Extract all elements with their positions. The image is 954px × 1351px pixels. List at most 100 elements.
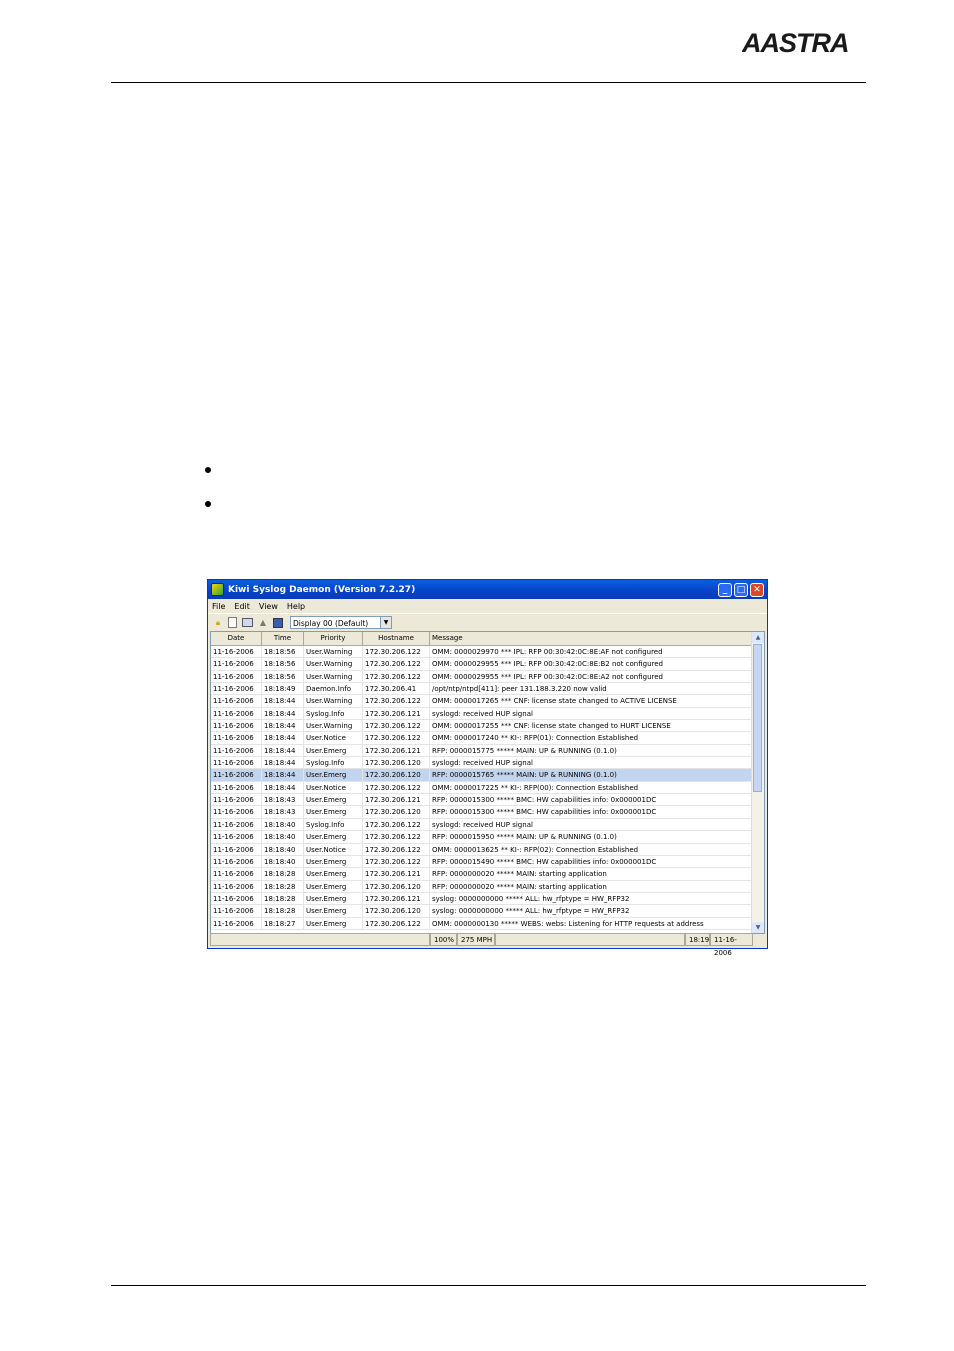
cell-hostname: 172.30.206.120	[363, 880, 430, 892]
cell-message: RFP: 0000000020 ***** MAIN: starting app…	[430, 880, 753, 892]
table-row[interactable]: 11-16-2006 18:18:44 User.Notice 172.30.206.…	[211, 732, 764, 745]
document-icon[interactable]	[228, 617, 237, 628]
vertical-scrollbar[interactable]: ▲ ▼	[751, 632, 764, 933]
bullet-1	[205, 467, 211, 473]
title-bar[interactable]: Kiwi Syslog Daemon (Version 7.2.27) _ □ …	[208, 580, 767, 599]
cell-hostname: 172.30.206.121	[363, 744, 430, 757]
cell-message: RFP: 0000015300 ***** BMC: HW capabiliti…	[430, 806, 753, 818]
cell-time: 18:18:44	[262, 732, 304, 744]
table-row[interactable]: 11-16-2006 18:18:44 User.Emerg 172.30.206.1…	[211, 769, 764, 782]
cell-date: 11-16-2006	[211, 646, 262, 658]
cell-message: OMM: 0000029955 *** IPL: RFP 00:30:42:0C…	[430, 670, 753, 683]
maximize-button[interactable]: □	[734, 582, 748, 597]
cell-date: 11-16-2006	[211, 880, 262, 892]
table-row[interactable]: 11-16-2006 18:18:44 User.Notice 172.30.206.…	[211, 781, 764, 795]
cell-time: 18:18:44	[262, 744, 304, 757]
cell-hostname: 172.30.206.121	[363, 707, 430, 720]
cell-date: 11-16-2006	[211, 905, 262, 917]
cell-priority: User.Emerg	[304, 917, 363, 929]
column-header-time[interactable]: Time	[262, 632, 304, 645]
display-icon[interactable]	[242, 618, 253, 627]
table-header: Date Time Priority Hostname Message	[211, 632, 764, 646]
cell-hostname: 172.30.206.41	[363, 683, 430, 695]
cell-date: 11-16-2006	[211, 794, 262, 806]
cell-time: 18:18:28	[262, 905, 304, 917]
cell-hostname: 172.30.206.122	[363, 695, 430, 707]
cell-priority: User.Emerg	[304, 855, 363, 868]
cell-date: 11-16-2006	[211, 855, 262, 868]
cell-message: RFP: 0000015765 ***** MAIN: UP & RUNNING…	[430, 769, 753, 781]
cell-message: RFP: 0000015490 ***** BMC: HW capabiliti…	[430, 855, 753, 868]
aastra-logo: AASTRA	[742, 28, 850, 58]
cell-time: 18:18:44	[262, 707, 304, 720]
menu-bar: File Edit View Help	[208, 599, 767, 613]
cell-message: OMM: 0000017255 *** CNF: license state c…	[430, 720, 753, 732]
table-row[interactable]: 11-16-2006 18:18:40 Syslog.Info 172.30.206.…	[211, 818, 764, 832]
table-row[interactable]: 11-16-2006 18:18:56 User.Warning 172.30.206…	[211, 658, 764, 671]
warning-icon[interactable]: ▲	[258, 618, 268, 628]
table-row[interactable]: 11-16-2006 18:18:27 User.Emerg 172.30.206.1…	[211, 917, 764, 930]
table-row[interactable]: 11-16-2006 18:18:40 User.Notice 172.30.206.…	[211, 843, 764, 856]
cell-date: 11-16-2006	[211, 707, 262, 720]
svg-text:AASTRA: AASTRA	[742, 28, 849, 58]
cell-message: syslogd: received HUP signal	[430, 707, 753, 720]
table-row[interactable]: 11-16-2006 18:18:43 User.Emerg 172.30.206.1…	[211, 794, 764, 807]
display-select[interactable]: Display 00 (Default) ▼	[290, 616, 392, 629]
cell-time: 18:18:28	[262, 868, 304, 880]
cell-priority: User.Warning	[304, 695, 363, 707]
cell-time: 18:18:56	[262, 646, 304, 658]
close-button[interactable]: ✕	[750, 582, 764, 597]
status-pane-empty	[210, 933, 430, 946]
cell-time: 18:18:43	[262, 794, 304, 806]
table-row[interactable]: 11-16-2006 18:18:43 User.Emerg 172.30.206.1…	[211, 806, 764, 819]
cell-date: 11-16-2006	[211, 658, 262, 670]
cell-message: RFP: 0000000020 ***** MAIN: starting app…	[430, 868, 753, 880]
table-row[interactable]: 11-16-2006 18:18:28 User.Emerg 172.30.206.1…	[211, 905, 764, 918]
column-header-message[interactable]: Message	[430, 632, 753, 645]
menu-view[interactable]: View	[259, 602, 278, 611]
lock-icon[interactable]: 🔒︎	[213, 618, 223, 628]
chevron-down-icon[interactable]: ▼	[380, 617, 391, 628]
toolbar: 🔒︎ ▲ Display 00 (Default) ▼	[208, 613, 767, 631]
table-row[interactable]: 11-16-2006 18:18:56 User.Warning 172.30.206…	[211, 646, 764, 659]
cell-message: RFP: 0000015775 ***** MAIN: UP & RUNNING…	[430, 744, 753, 757]
cell-time: 18:18:28	[262, 880, 304, 892]
table-row[interactable]: 11-16-2006 18:18:28 User.Emerg 172.30.206.1…	[211, 880, 764, 893]
column-header-date[interactable]: Date	[211, 632, 262, 645]
table-row[interactable]: 11-16-2006 18:18:28 User.Emerg 172.30.206.1…	[211, 868, 764, 881]
table-row[interactable]: 11-16-2006 18:18:40 User.Emerg 172.30.206.1…	[211, 855, 764, 869]
alarm-icon[interactable]	[273, 617, 283, 628]
window-title: Kiwi Syslog Daemon (Version 7.2.27)	[228, 584, 416, 595]
table-row[interactable]: 11-16-2006 18:18:28 User.Emerg 172.30.206.1…	[211, 892, 764, 906]
table-row[interactable]: 11-16-2006 18:18:40 User.Emerg 172.30.206.1…	[211, 831, 764, 844]
cell-hostname: 172.30.206.122	[363, 781, 430, 794]
menu-help[interactable]: Help	[287, 602, 305, 611]
column-header-hostname[interactable]: Hostname	[363, 632, 430, 645]
minimize-button[interactable]: _	[718, 582, 732, 597]
table-row[interactable]: 11-16-2006 18:18:44 Syslog.Info 172.30.206.…	[211, 757, 764, 770]
status-bar: 100% 275 MPH 18:19 11-16-2006	[210, 933, 765, 957]
cell-priority: User.Emerg	[304, 806, 363, 818]
table-row[interactable]: 11-16-2006 18:18:44 User.Warning 172.30.206…	[211, 720, 764, 733]
column-header-priority[interactable]: Priority	[304, 632, 363, 645]
table-row[interactable]: 11-16-2006 18:18:44 Syslog.Info 172.30.206.…	[211, 707, 764, 721]
footer-rule	[111, 1285, 866, 1286]
cell-date: 11-16-2006	[211, 806, 262, 818]
cell-priority: User.Warning	[304, 646, 363, 658]
menu-edit[interactable]: Edit	[234, 602, 250, 611]
cell-priority: User.Emerg	[304, 744, 363, 757]
resize-grip-icon[interactable]	[753, 933, 765, 946]
table-row[interactable]: 11-16-2006 18:18:44 User.Emerg 172.30.206.1…	[211, 744, 764, 758]
cell-hostname: 172.30.206.122	[363, 732, 430, 744]
table-row[interactable]: 11-16-2006 18:18:56 User.Warning 172.30.206…	[211, 670, 764, 684]
menu-file[interactable]: File	[212, 602, 225, 611]
cell-hostname: 172.30.206.122	[363, 831, 430, 843]
scroll-down-icon[interactable]: ▼	[752, 922, 764, 933]
cell-date: 11-16-2006	[211, 831, 262, 843]
scroll-up-icon[interactable]: ▲	[752, 632, 764, 643]
status-time: 18:19	[685, 933, 710, 946]
scrollbar-thumb[interactable]	[753, 644, 762, 792]
cell-date: 11-16-2006	[211, 917, 262, 929]
table-row[interactable]: 11-16-2006 18:18:44 User.Warning 172.30.206…	[211, 695, 764, 708]
table-row[interactable]: 11-16-2006 18:18:49 Daemon.Info 172.30.206.…	[211, 683, 764, 696]
